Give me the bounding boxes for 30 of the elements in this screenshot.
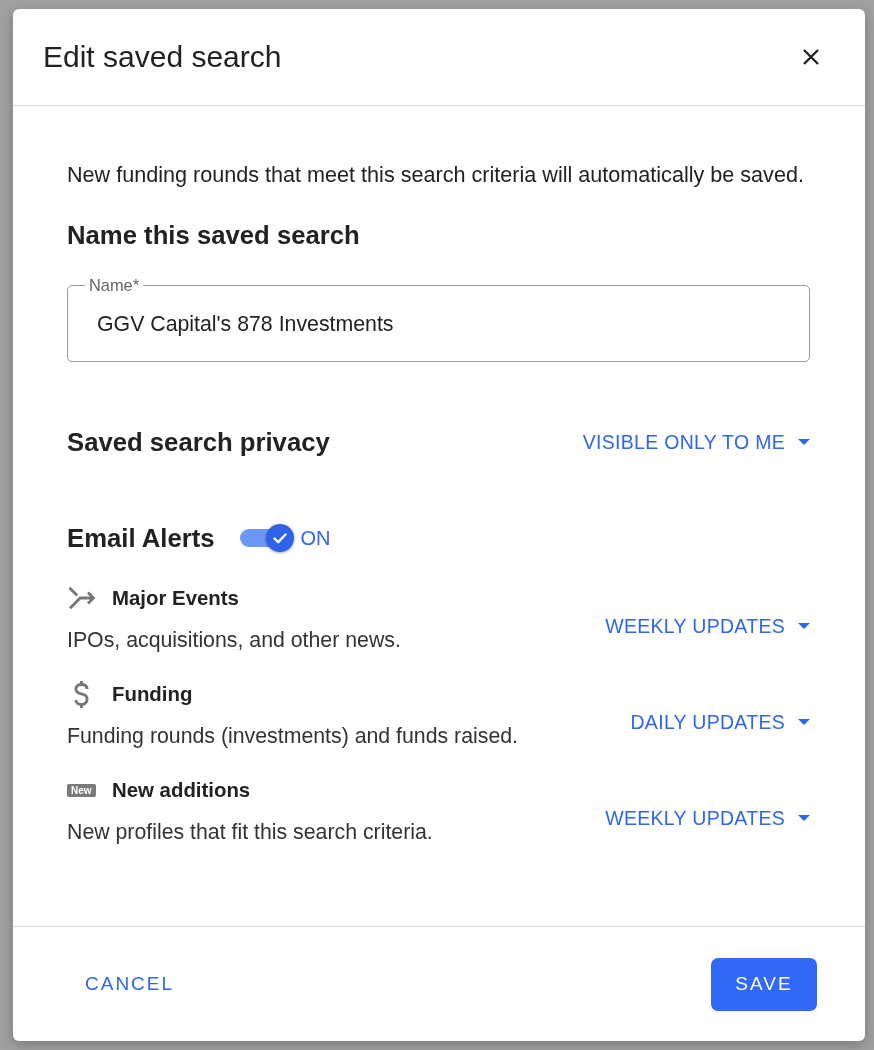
alert-description: IPOs, acquisitions, and other news. xyxy=(67,627,401,653)
alert-description: New profiles that fit this search criteria. xyxy=(67,819,433,845)
cancel-button[interactable]: CANCEL xyxy=(71,965,189,1003)
caret-icon xyxy=(798,439,810,445)
dialog-title: Edit saved search xyxy=(43,39,282,75)
merge-arrow-icon xyxy=(67,586,97,610)
field-label: Name* xyxy=(88,276,141,294)
frequency-dropdown[interactable]: DAILY UPDATES xyxy=(630,708,810,736)
caret-icon xyxy=(798,815,810,821)
intro-text: New funding rounds that meet this search criteria will automatically be saved. xyxy=(67,162,805,188)
frequency-dropdown[interactable]: WEEKLY UPDATES xyxy=(605,612,810,640)
new-badge: New xyxy=(67,783,96,797)
caret-icon xyxy=(798,719,810,725)
alert-title: Major Events xyxy=(112,586,239,610)
alert-description: Funding rounds (investments) and funds raised. xyxy=(67,723,519,749)
section-heading: Saved search privacy xyxy=(67,427,330,457)
section-heading: Email Alerts xyxy=(67,523,215,553)
alert-title: New additions xyxy=(112,778,251,802)
caret-icon xyxy=(798,623,810,629)
frequency-dropdown[interactable]: WEEKLY UPDATES xyxy=(605,804,810,832)
save-button[interactable]: SAVE xyxy=(711,957,817,1011)
close-icon xyxy=(803,49,819,65)
toggle-switch[interactable] xyxy=(239,523,295,553)
check-icon xyxy=(272,532,287,544)
alert-title: Funding xyxy=(112,682,193,706)
privacy-dropdown[interactable]: VISIBLE ONLY TO ME xyxy=(582,428,810,456)
section-heading: Name this saved search xyxy=(67,220,361,250)
dollar-icon xyxy=(73,679,90,709)
toggle-state-label: ON xyxy=(300,526,331,550)
name-field[interactable]: Name* GGV Capital's 878 Investments xyxy=(67,276,810,362)
